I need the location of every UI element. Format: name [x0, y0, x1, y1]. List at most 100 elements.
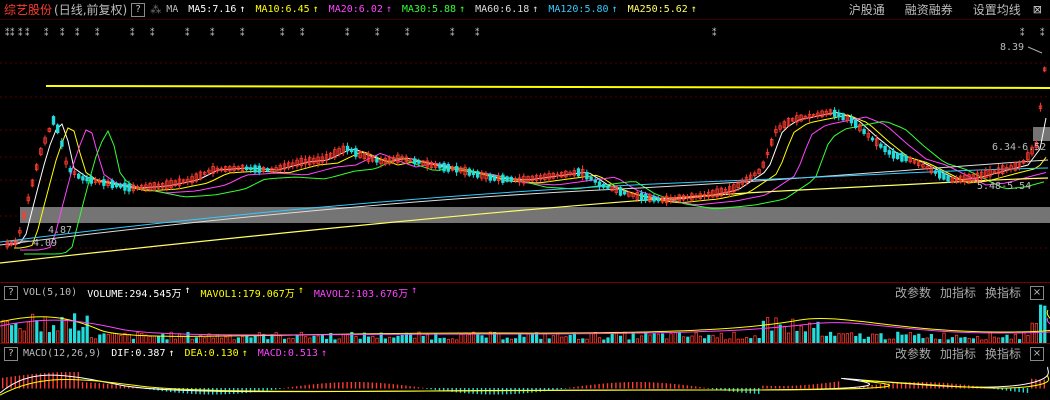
- event-marker-icon[interactable]: ⁑: [475, 27, 480, 39]
- ma-legend-item-5: MA120:5.80: [548, 4, 609, 15]
- chart-period[interactable]: (日线,前复权): [54, 1, 127, 18]
- event-marker-icon[interactable]: ⁑: [712, 27, 717, 39]
- stock-name[interactable]: 综艺股份: [4, 1, 52, 18]
- macd-bar: [577, 386, 579, 389]
- event-marker-icon[interactable]: ⁑: [240, 27, 245, 39]
- volume-bar: [900, 334, 904, 343]
- candle-body: [119, 184, 123, 188]
- candle-body: [81, 176, 85, 181]
- event-marker-icon[interactable]: ⁑: [95, 27, 100, 39]
- ma-legend-arrow-up-icon: ↑: [611, 4, 618, 15]
- volume-bar: [732, 331, 736, 343]
- volume-bar: [1022, 331, 1026, 343]
- volume-add-indicator-button[interactable]: 加指标: [940, 284, 976, 301]
- macd-bar: [636, 382, 638, 389]
- volume-bar: [669, 333, 673, 343]
- event-marker-icon[interactable]: ⁑: [44, 27, 49, 39]
- ma-legend-item-2: MA20:6.02: [328, 4, 383, 15]
- macd-bar: [1043, 379, 1045, 389]
- macd-switch-indicator-button[interactable]: 换指标: [985, 345, 1021, 362]
- candle-body: [446, 164, 450, 172]
- volume-chart[interactable]: [0, 302, 1050, 343]
- candle-body: [127, 183, 131, 192]
- volume-bar: [841, 333, 845, 343]
- volume-bar: [1026, 335, 1030, 343]
- macd-bar: [266, 388, 268, 391]
- volume-bar: [480, 335, 484, 343]
- volume-bar: [274, 332, 278, 343]
- event-marker-icon[interactable]: ⁑: [25, 27, 30, 39]
- set-ma-button[interactable]: 设置均线: [973, 1, 1021, 18]
- ma-legend-item-6: MA250:5.62: [627, 4, 688, 15]
- event-marker-icon[interactable]: ⁑: [280, 27, 285, 39]
- macd-bar: [598, 383, 600, 389]
- price-chart[interactable]: ⁑ ⁑ ⁑ ⁑ ⁑ ⁑ ⁑ ⁑ ⁑ ⁑ ⁑ ⁑ ⁑ ⁑ ⁑ ⁑ ⁑ ⁑ ⁑ ⁑ ⁑ ⁑ ⁑ 8.39 6.34-6.52 5…: [0, 20, 1050, 282]
- event-marker-icon[interactable]: ⁑: [1020, 27, 1025, 39]
- macd-close-icon[interactable]: ×: [1030, 346, 1044, 361]
- event-marker-icon[interactable]: ⁑: [150, 27, 155, 39]
- event-markers[interactable]: ⁑ ⁑ ⁑ ⁑ ⁑ ⁑ ⁑ ⁑ ⁑ ⁑ ⁑ ⁑ ⁑ ⁑ ⁑ ⁑ ⁑ ⁑ ⁑ ⁑ ⁑ ⁑ ⁑: [5, 27, 1045, 39]
- macd-bar: [413, 386, 415, 389]
- candle-body: [870, 137, 875, 141]
- ma-legend-arrow-up-icon: ↑: [459, 4, 466, 15]
- macd-indicator-name[interactable]: MACD(12,26,9): [23, 348, 101, 359]
- macd-bar: [380, 383, 382, 389]
- volume-switch-indicator-button[interactable]: 换指标: [985, 284, 1021, 301]
- macd-bar: [812, 384, 814, 389]
- volume-bar: [761, 320, 766, 343]
- candle-body: [253, 165, 257, 173]
- macd-bar: [329, 382, 331, 389]
- ma-legend-arrow-up-icon: ↑: [385, 4, 392, 15]
- volume-bar: [161, 333, 165, 343]
- ma-legend-arrow-up-icon: ↑: [239, 4, 246, 15]
- resistance-line[interactable]: [45, 85, 1050, 89]
- ma-legend-item-4: MA60:6.18: [475, 4, 530, 15]
- macd-bar: [312, 384, 315, 389]
- event-marker-icon[interactable]: ⁑: [185, 27, 190, 39]
- event-marker-icon[interactable]: ⁑: [10, 27, 15, 39]
- macd-add-indicator-button[interactable]: 加指标: [940, 345, 976, 362]
- volume-bar: [988, 331, 992, 343]
- volume-bar: [81, 327, 85, 343]
- macd-bar: [560, 388, 562, 390]
- volume-bar: [812, 327, 816, 343]
- macd-help-icon[interactable]: ?: [4, 346, 18, 361]
- volume-help-icon[interactable]: ?: [4, 285, 18, 300]
- event-marker-icon[interactable]: ⁑: [405, 27, 410, 39]
- volume-bar: [295, 335, 299, 343]
- ma-legend: MA5:7.16 ↑ MA10:6.45 ↑ MA20:6.02 ↑ MA30:5.88 ↑ M…: [188, 4, 707, 15]
- volume-bar: [913, 335, 917, 343]
- event-marker-icon[interactable]: ⁑: [210, 27, 215, 39]
- volume-bar: [9, 325, 14, 343]
- candle-body: [509, 176, 513, 182]
- event-marker-icon[interactable]: ⁑: [375, 27, 380, 39]
- event-marker-icon[interactable]: ⁑: [130, 27, 135, 39]
- close-panel-icon[interactable]: ⊠: [1033, 3, 1042, 16]
- volume-bar: [425, 334, 430, 343]
- volume-bar: [833, 335, 837, 343]
- volume-bar: [619, 335, 623, 343]
- volume-bar: [253, 335, 257, 343]
- ma-grid-icon[interactable]: ⁂: [150, 3, 161, 16]
- macd-chart[interactable]: [0, 363, 1050, 400]
- hk-connect-button[interactable]: 沪股通: [849, 1, 885, 18]
- help-icon[interactable]: ?: [131, 2, 146, 17]
- candle-body: [606, 185, 610, 189]
- volume-bar: [614, 331, 619, 343]
- macd-change-params-button[interactable]: 改参数: [895, 345, 931, 362]
- event-marker-icon[interactable]: ⁑: [450, 27, 455, 39]
- volume-close-icon[interactable]: ×: [1030, 285, 1044, 300]
- macd-bar: [837, 381, 840, 389]
- volume-change-params-button[interactable]: 改参数: [895, 284, 931, 301]
- candle-body: [593, 179, 597, 183]
- macd-bar: [753, 388, 756, 394]
- event-marker-icon[interactable]: ⁑: [300, 27, 305, 39]
- volume-indicator-name[interactable]: VOL(5,10): [23, 287, 77, 298]
- event-marker-icon[interactable]: ⁑: [18, 27, 23, 39]
- event-marker-icon[interactable]: ⁑: [345, 27, 350, 39]
- event-marker-icon[interactable]: ⁑: [75, 27, 80, 39]
- event-marker-icon[interactable]: ⁑: [1040, 27, 1045, 39]
- macd-bar: [1026, 388, 1029, 393]
- event-marker-icon[interactable]: ⁑: [60, 27, 65, 39]
- margin-trading-button[interactable]: 融资融券: [905, 1, 953, 18]
